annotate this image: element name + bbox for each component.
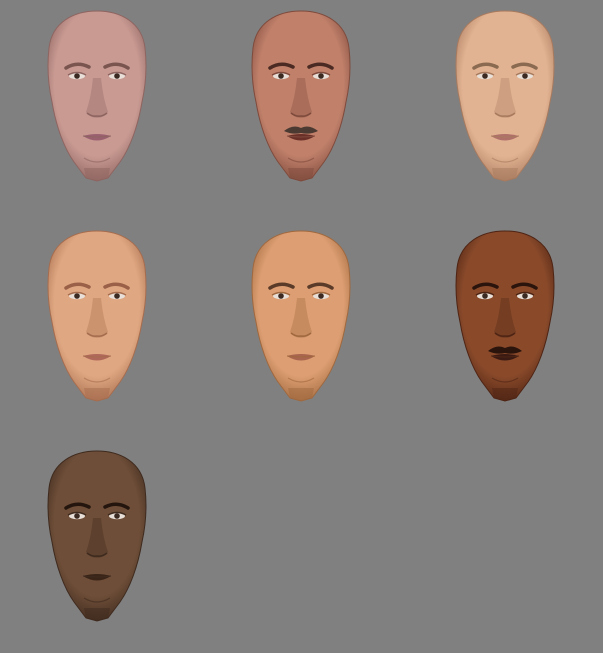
face-svg (251, 10, 351, 182)
face-portrait-7 (46, 448, 148, 624)
face-svg (455, 10, 555, 182)
face-svg (47, 10, 147, 182)
face-svg (47, 230, 147, 402)
face-portrait-5 (250, 228, 352, 404)
neck (84, 168, 110, 181)
face-svg (251, 230, 351, 402)
neck (492, 168, 518, 181)
neck (288, 388, 314, 401)
neck (492, 388, 518, 401)
neck (288, 168, 314, 181)
face-portrait-2 (250, 8, 352, 184)
neck (84, 608, 110, 621)
face-svg (47, 450, 147, 622)
face-grid-canvas (0, 0, 603, 653)
face-portrait-6 (454, 228, 556, 404)
face-portrait-1 (46, 8, 148, 184)
face-portrait-3 (454, 8, 556, 184)
face-portrait-4 (46, 228, 148, 404)
neck (84, 388, 110, 401)
face-svg (455, 230, 555, 402)
